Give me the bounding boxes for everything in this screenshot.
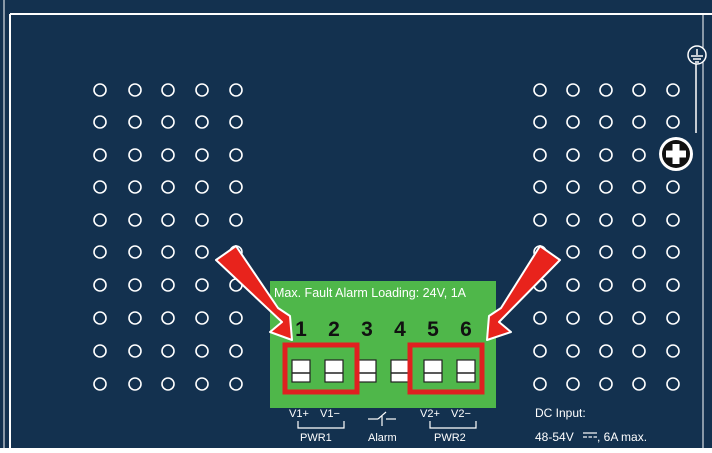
v1-minus-label: V1− [320,408,340,420]
terminal-socket [324,359,344,383]
terminal-socket [357,359,377,383]
pin-number-label: 6 [460,318,472,341]
terminal-block: Max. Fault Alarm Loading: 24V, 1A 123456 [270,281,496,408]
terminal-socket [390,359,410,383]
ground-screw-icon [659,137,693,171]
pin-number-label: 4 [394,318,406,341]
terminal-socket [456,359,476,383]
terminal-socket [291,359,311,383]
terminal-socket [423,359,443,383]
pin-number-label: 5 [427,318,439,341]
dc-input-label: DC Input: [535,406,586,420]
pin-number-label: 2 [328,318,340,341]
pin-number-label: 3 [361,318,373,341]
device-panel-diagram: Max. Fault Alarm Loading: 24V, 1A 123456… [0,0,712,448]
dc-input-current: , 6A max. [597,430,647,444]
pwr1-label: PWR1 [300,432,332,444]
v2-plus-label: V2+ [420,408,440,420]
terminal-block-caption: Max. Fault Alarm Loading: 24V, 1A [274,286,467,300]
ground-icon [687,45,707,65]
dc-input-voltage: 48-54V [535,430,574,444]
v1-plus-label: V1+ [289,408,309,420]
alarm-label: Alarm [368,432,397,444]
v2-minus-label: V2− [451,408,471,420]
pin-number-label: 1 [295,318,307,341]
pwr2-label: PWR2 [434,432,466,444]
